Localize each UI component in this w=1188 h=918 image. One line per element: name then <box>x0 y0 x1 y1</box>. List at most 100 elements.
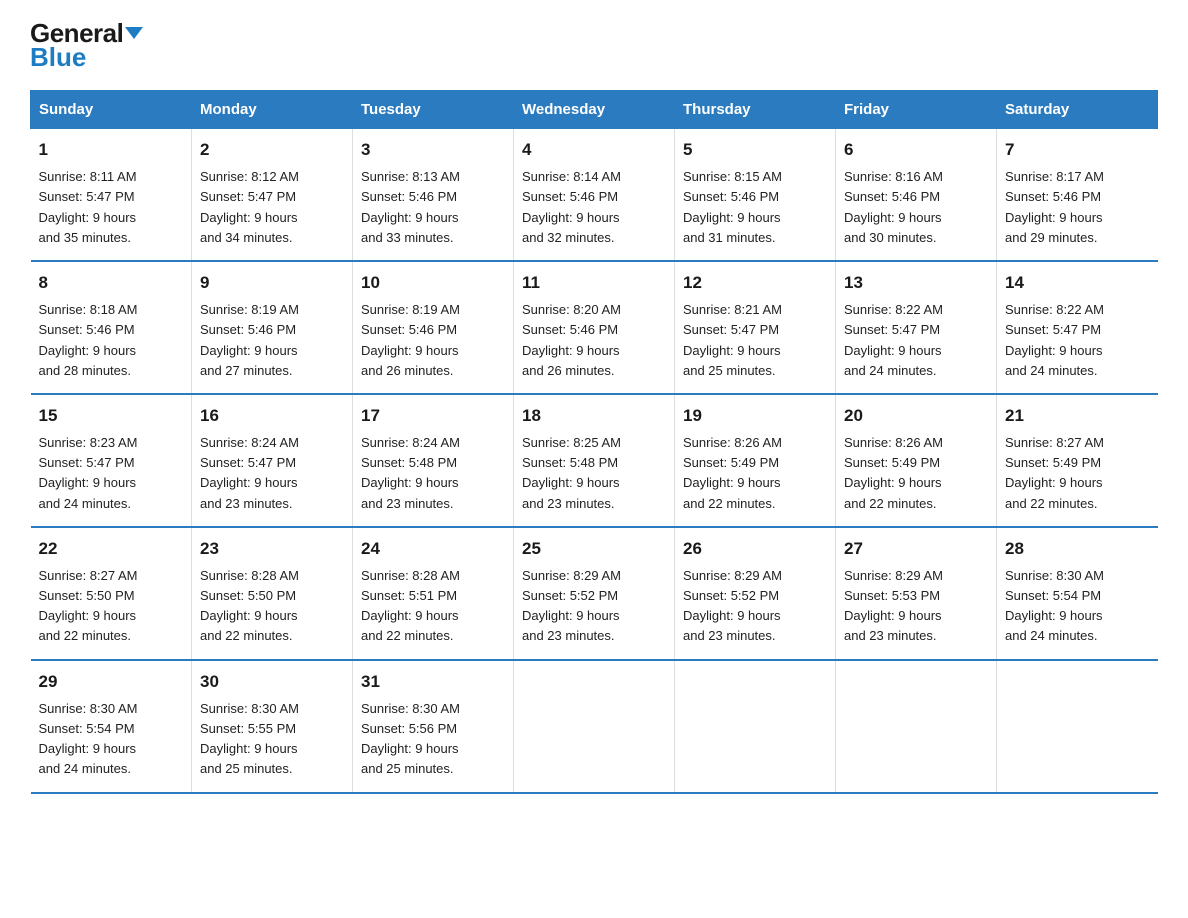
day-info: Sunrise: 8:14 AMSunset: 5:46 PMDaylight:… <box>522 167 666 248</box>
header-sunday: Sunday <box>31 91 192 129</box>
day-cell: 21 Sunrise: 8:27 AMSunset: 5:49 PMDayligh… <box>997 394 1158 527</box>
day-info: Sunrise: 8:23 AMSunset: 5:47 PMDaylight:… <box>39 433 184 514</box>
day-number: 23 <box>200 536 344 562</box>
day-cell: 14 Sunrise: 8:22 AMSunset: 5:47 PMDayligh… <box>997 261 1158 394</box>
day-cell: 27 Sunrise: 8:29 AMSunset: 5:53 PMDayligh… <box>836 527 997 660</box>
day-number: 24 <box>361 536 505 562</box>
day-cell: 19 Sunrise: 8:26 AMSunset: 5:49 PMDayligh… <box>675 394 836 527</box>
day-cell: 1 Sunrise: 8:11 AMSunset: 5:47 PMDaylight… <box>31 129 192 261</box>
day-cell: 20 Sunrise: 8:26 AMSunset: 5:49 PMDayligh… <box>836 394 997 527</box>
week-row-2: 8Sunrise: 8:18 AMSunset: 5:46 PMDaylight… <box>31 261 1158 394</box>
day-number: 4 <box>522 137 666 163</box>
day-info: Sunrise: 8:28 AMSunset: 5:50 PMDaylight:… <box>200 566 344 647</box>
day-number: 27 <box>844 536 988 562</box>
day-cell: 17 Sunrise: 8:24 AMSunset: 5:48 PMDayligh… <box>353 394 514 527</box>
day-info: Sunrise: 8:11 AMSunset: 5:47 PMDaylight:… <box>39 167 184 248</box>
header-friday: Friday <box>836 91 997 129</box>
header-tuesday: Tuesday <box>353 91 514 129</box>
day-info: Sunrise: 8:27 AMSunset: 5:50 PMDaylight:… <box>39 566 184 647</box>
day-info: Sunrise: 8:20 AMSunset: 5:46 PMDaylight:… <box>522 300 666 381</box>
day-cell: 7 Sunrise: 8:17 AMSunset: 5:46 PMDaylight… <box>997 129 1158 261</box>
day-info: Sunrise: 8:26 AMSunset: 5:49 PMDaylight:… <box>844 433 988 514</box>
day-info: Sunrise: 8:19 AMSunset: 5:46 PMDaylight:… <box>361 300 505 381</box>
day-info: Sunrise: 8:29 AMSunset: 5:52 PMDaylight:… <box>683 566 827 647</box>
day-cell: 4 Sunrise: 8:14 AMSunset: 5:46 PMDaylight… <box>514 129 675 261</box>
calendar-header-row: SundayMondayTuesdayWednesdayThursdayFrid… <box>31 91 1158 129</box>
day-cell: 26 Sunrise: 8:29 AMSunset: 5:52 PMDayligh… <box>675 527 836 660</box>
day-info: Sunrise: 8:24 AMSunset: 5:47 PMDaylight:… <box>200 433 344 514</box>
logo-arrow-icon <box>125 27 143 39</box>
day-number: 21 <box>1005 403 1150 429</box>
day-number: 18 <box>522 403 666 429</box>
day-number: 6 <box>844 137 988 163</box>
day-number: 2 <box>200 137 344 163</box>
day-number: 19 <box>683 403 827 429</box>
day-info: Sunrise: 8:30 AMSunset: 5:56 PMDaylight:… <box>361 699 505 780</box>
page-header: General Blue <box>30 20 1158 70</box>
day-cell: 23 Sunrise: 8:28 AMSunset: 5:50 PMDayligh… <box>192 527 353 660</box>
day-info: Sunrise: 8:28 AMSunset: 5:51 PMDaylight:… <box>361 566 505 647</box>
week-row-3: 15 Sunrise: 8:23 AMSunset: 5:47 PMDayligh… <box>31 394 1158 527</box>
day-cell: 29 Sunrise: 8:30 AMSunset: 5:54 PMDayligh… <box>31 660 192 793</box>
day-info: Sunrise: 8:18 AMSunset: 5:46 PMDaylight:… <box>39 300 184 381</box>
day-cell: 5Sunrise: 8:15 AMSunset: 5:46 PMDaylight… <box>675 129 836 261</box>
header-monday: Monday <box>192 91 353 129</box>
day-cell <box>514 660 675 793</box>
week-row-5: 29 Sunrise: 8:30 AMSunset: 5:54 PMDayligh… <box>31 660 1158 793</box>
day-cell: 30Sunrise: 8:30 AMSunset: 5:55 PMDayligh… <box>192 660 353 793</box>
day-cell: 11Sunrise: 8:20 AMSunset: 5:46 PMDayligh… <box>514 261 675 394</box>
day-number: 16 <box>200 403 344 429</box>
day-info: Sunrise: 8:30 AMSunset: 5:54 PMDaylight:… <box>1005 566 1150 647</box>
logo-blue: Blue <box>30 44 143 70</box>
day-info: Sunrise: 8:29 AMSunset: 5:52 PMDaylight:… <box>522 566 666 647</box>
day-cell: 25 Sunrise: 8:29 AMSunset: 5:52 PMDayligh… <box>514 527 675 660</box>
day-number: 12 <box>683 270 827 296</box>
day-info: Sunrise: 8:21 AMSunset: 5:47 PMDaylight:… <box>683 300 827 381</box>
day-info: Sunrise: 8:19 AMSunset: 5:46 PMDaylight:… <box>200 300 344 381</box>
day-cell: 15 Sunrise: 8:23 AMSunset: 5:47 PMDayligh… <box>31 394 192 527</box>
day-cell: 10 Sunrise: 8:19 AMSunset: 5:46 PMDayligh… <box>353 261 514 394</box>
day-cell: 13Sunrise: 8:22 AMSunset: 5:47 PMDayligh… <box>836 261 997 394</box>
day-number: 17 <box>361 403 505 429</box>
day-info: Sunrise: 8:30 AMSunset: 5:54 PMDaylight:… <box>39 699 184 780</box>
day-number: 15 <box>39 403 184 429</box>
day-info: Sunrise: 8:29 AMSunset: 5:53 PMDaylight:… <box>844 566 988 647</box>
day-number: 10 <box>361 270 505 296</box>
day-number: 1 <box>39 137 184 163</box>
day-info: Sunrise: 8:22 AMSunset: 5:47 PMDaylight:… <box>1005 300 1150 381</box>
day-info: Sunrise: 8:24 AMSunset: 5:48 PMDaylight:… <box>361 433 505 514</box>
day-number: 22 <box>39 536 184 562</box>
day-cell: 8Sunrise: 8:18 AMSunset: 5:46 PMDaylight… <box>31 261 192 394</box>
day-number: 25 <box>522 536 666 562</box>
day-number: 29 <box>39 669 184 695</box>
header-wednesday: Wednesday <box>514 91 675 129</box>
week-row-1: 1 Sunrise: 8:11 AMSunset: 5:47 PMDaylight… <box>31 129 1158 261</box>
day-cell: 24 Sunrise: 8:28 AMSunset: 5:51 PMDayligh… <box>353 527 514 660</box>
day-info: Sunrise: 8:26 AMSunset: 5:49 PMDaylight:… <box>683 433 827 514</box>
day-number: 26 <box>683 536 827 562</box>
day-info: Sunrise: 8:27 AMSunset: 5:49 PMDaylight:… <box>1005 433 1150 514</box>
day-cell: 22 Sunrise: 8:27 AMSunset: 5:50 PMDayligh… <box>31 527 192 660</box>
week-row-4: 22 Sunrise: 8:27 AMSunset: 5:50 PMDayligh… <box>31 527 1158 660</box>
day-number: 7 <box>1005 137 1150 163</box>
day-number: 20 <box>844 403 988 429</box>
day-info: Sunrise: 8:16 AMSunset: 5:46 PMDaylight:… <box>844 167 988 248</box>
calendar-table: SundayMondayTuesdayWednesdayThursdayFrid… <box>30 90 1158 794</box>
day-info: Sunrise: 8:25 AMSunset: 5:48 PMDaylight:… <box>522 433 666 514</box>
day-number: 9 <box>200 270 344 296</box>
day-number: 13 <box>844 270 988 296</box>
day-cell: 6 Sunrise: 8:16 AMSunset: 5:46 PMDaylight… <box>836 129 997 261</box>
day-info: Sunrise: 8:13 AMSunset: 5:46 PMDaylight:… <box>361 167 505 248</box>
day-cell: 18 Sunrise: 8:25 AMSunset: 5:48 PMDayligh… <box>514 394 675 527</box>
day-number: 14 <box>1005 270 1150 296</box>
day-cell: 16 Sunrise: 8:24 AMSunset: 5:47 PMDayligh… <box>192 394 353 527</box>
day-number: 31 <box>361 669 505 695</box>
day-cell: 12 Sunrise: 8:21 AMSunset: 5:47 PMDayligh… <box>675 261 836 394</box>
day-cell <box>997 660 1158 793</box>
day-info: Sunrise: 8:15 AMSunset: 5:46 PMDaylight:… <box>683 167 827 248</box>
day-cell: 9 Sunrise: 8:19 AMSunset: 5:46 PMDaylight… <box>192 261 353 394</box>
day-cell: 31 Sunrise: 8:30 AMSunset: 5:56 PMDayligh… <box>353 660 514 793</box>
header-saturday: Saturday <box>997 91 1158 129</box>
day-info: Sunrise: 8:17 AMSunset: 5:46 PMDaylight:… <box>1005 167 1150 248</box>
day-cell: 2Sunrise: 8:12 AMSunset: 5:47 PMDaylight… <box>192 129 353 261</box>
